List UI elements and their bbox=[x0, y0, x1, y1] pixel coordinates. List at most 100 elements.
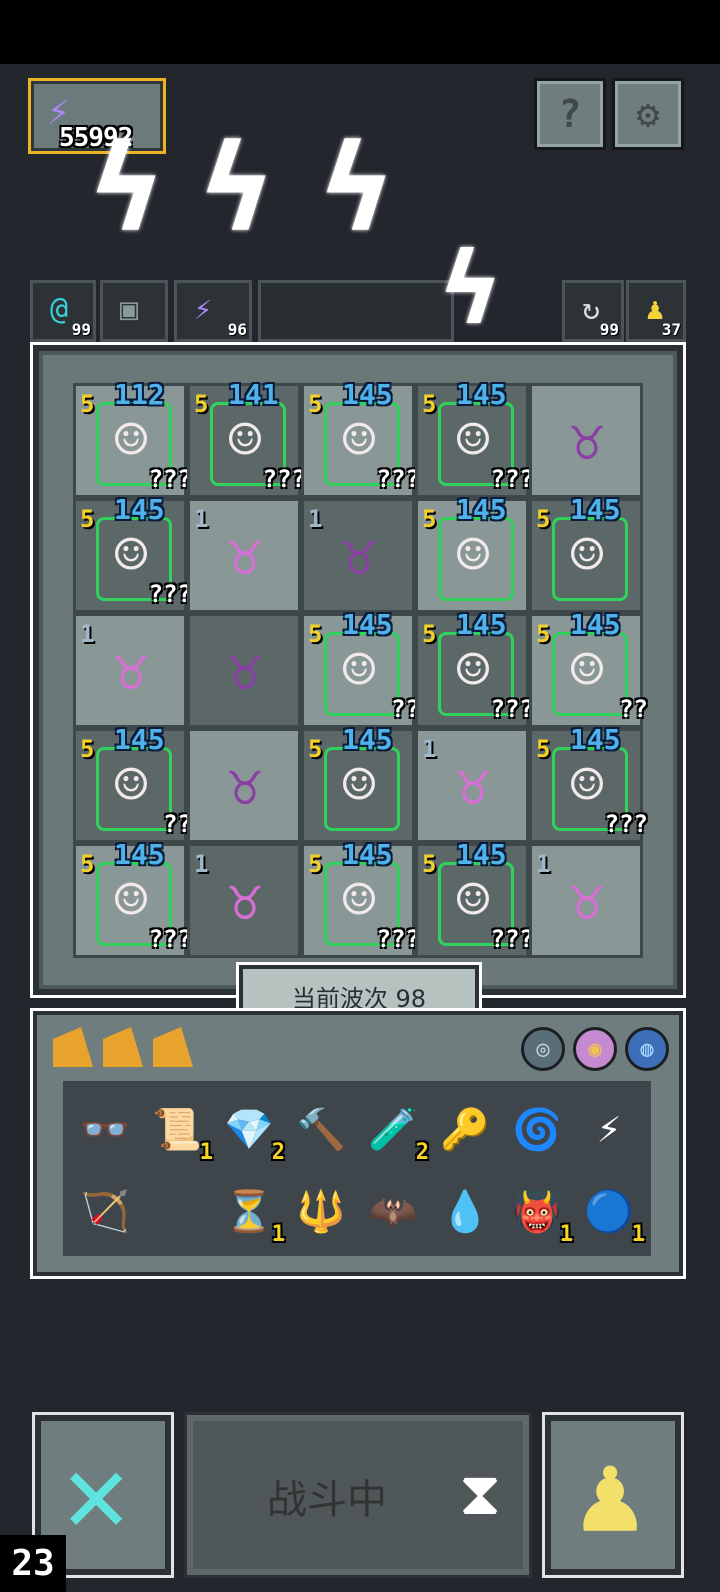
demon-mask-icon[interactable]: 👹 1 bbox=[507, 1181, 573, 1248]
damage-number: 112 bbox=[114, 378, 165, 411]
arrow-icon-glyph: 🏹 bbox=[80, 1188, 130, 1235]
board-cell[interactable]: ☺ 5 141??? bbox=[187, 378, 306, 498]
item-count: 1 bbox=[199, 1140, 213, 1165]
close-icon: ✕ bbox=[63, 1429, 130, 1557]
unknown-value: ??? bbox=[148, 925, 192, 953]
board-cell[interactable]: ♉ bbox=[187, 613, 301, 728]
key-icon[interactable]: 🔑 bbox=[435, 1099, 495, 1159]
unit-level: 1 bbox=[422, 735, 437, 763]
key-icon-glyph: 🔑 bbox=[440, 1106, 490, 1153]
ring-icon[interactable]: ◉ bbox=[573, 1027, 617, 1071]
card-icon[interactable] bbox=[53, 1027, 93, 1067]
help-button[interactable]: ? bbox=[534, 78, 606, 150]
armor-icon[interactable]: ◎ bbox=[521, 1027, 565, 1071]
pawn-count: 37 bbox=[661, 320, 681, 339]
hammer-icon-glyph: 🔨 bbox=[296, 1106, 346, 1153]
wand-icon[interactable]: 🔱 bbox=[291, 1181, 351, 1241]
droplet-icon-glyph: 💧 bbox=[440, 1188, 490, 1235]
gem-icon[interactable]: 💎 2 bbox=[219, 1099, 285, 1166]
board-cell[interactable]: ♉ 1 bbox=[187, 843, 301, 958]
battle-status-button[interactable]: 战斗中 ⧗ bbox=[184, 1412, 532, 1578]
item-tray: 👓 📜 1 💎 2 🔨 🧪 2 🔑 🌀 ⚡ 🏹 ⏳ 1 🔱 🦇 💧 👹 1 🔵 1 bbox=[63, 1081, 651, 1256]
droplet-icon[interactable]: 💧 bbox=[435, 1181, 495, 1241]
goggles-icon[interactable]: 👓 bbox=[75, 1099, 135, 1159]
hero-unit-icon: ☺ bbox=[570, 522, 604, 588]
board-cell[interactable]: ♉ 1 bbox=[415, 728, 529, 843]
board-cell[interactable]: ♉ bbox=[529, 383, 643, 498]
unit-level: 1 bbox=[194, 850, 209, 878]
bat-icon-glyph: 🦇 bbox=[368, 1188, 418, 1235]
board-cell[interactable]: ☺ 5 145 bbox=[529, 493, 643, 613]
energy-counter: ⚡ 55992 bbox=[28, 78, 166, 154]
board-cell[interactable]: ☺ 5 145??? bbox=[415, 378, 534, 498]
wind-icon-glyph: 🌀 bbox=[512, 1106, 562, 1153]
resource-bolt: ⚡ 96 bbox=[174, 280, 252, 342]
board-cell[interactable]: ♉ 1 bbox=[301, 498, 415, 613]
damage-number: 145 bbox=[342, 838, 393, 871]
item-count: 1 bbox=[559, 1222, 573, 1247]
goggles-icon-glyph: 👓 bbox=[80, 1106, 130, 1153]
scroll-icon-glyph: 📜 bbox=[152, 1106, 202, 1153]
hammer-icon[interactable]: 🔨 bbox=[291, 1099, 351, 1159]
board-cell[interactable]: ☺ 5 145?? bbox=[301, 608, 420, 728]
board-cell[interactable]: ♉ 1 bbox=[187, 498, 301, 613]
potion-icon[interactable]: 🧪 2 bbox=[363, 1099, 429, 1166]
board-cell[interactable]: ☺ 5 145??? bbox=[415, 838, 534, 958]
card-icon[interactable] bbox=[153, 1027, 193, 1067]
board-cell[interactable]: ♉ 1 bbox=[529, 843, 643, 958]
bolt-icon: ⚡ bbox=[193, 291, 213, 327]
hero-unit-icon: ☺ bbox=[114, 752, 148, 818]
unit-level: 1 bbox=[536, 850, 551, 878]
board-cell[interactable]: ☺ 5 112??? bbox=[73, 378, 192, 498]
unit-level: 5 bbox=[308, 390, 323, 418]
damage-number: 145 bbox=[456, 493, 507, 526]
damage-number: 145 bbox=[570, 608, 621, 641]
wave-progress-bar bbox=[258, 280, 454, 342]
board-cell[interactable]: ☺ 5 145 bbox=[415, 493, 529, 613]
orb-icon[interactable]: 🔵 1 bbox=[579, 1181, 645, 1248]
unit-level: 5 bbox=[422, 505, 437, 533]
demon-unit-icon: ♉ bbox=[456, 752, 490, 818]
board-cell[interactable]: ☺ 5 145??? bbox=[73, 838, 192, 958]
damage-number: 141 bbox=[228, 378, 279, 411]
board-cell[interactable]: ☺ 5 145?? bbox=[529, 608, 648, 728]
item-count: 1 bbox=[631, 1222, 645, 1247]
unit-level: 5 bbox=[536, 735, 551, 763]
damage-number: 145 bbox=[570, 723, 621, 756]
arrow-icon[interactable]: 🏹 bbox=[75, 1181, 135, 1241]
hourglass-icon[interactable]: ⏳ 1 bbox=[219, 1181, 285, 1248]
unknown-value: ??? bbox=[490, 695, 534, 723]
unknown-value: ??? bbox=[262, 465, 306, 493]
unknown-value: ??? bbox=[490, 925, 534, 953]
lightning-icon[interactable]: ⚡ bbox=[579, 1099, 639, 1159]
summon-button[interactable]: ♟ bbox=[542, 1412, 684, 1578]
damage-number: 145 bbox=[114, 493, 165, 526]
board-cell[interactable]: ☺ 5 145??? bbox=[415, 608, 534, 728]
scroll-icon[interactable]: 📜 1 bbox=[147, 1099, 213, 1166]
unit-grid: ☺ 5 112??? ☺ 5 141??? ☺ 5 145??? ☺ 5 145??? ♉ ☺ 5 145??… bbox=[73, 378, 648, 958]
resource-refresh[interactable]: ↻ 99 bbox=[562, 280, 624, 342]
settings-button[interactable]: ⚙ bbox=[612, 78, 684, 150]
resource-spiral: @ 99 bbox=[30, 280, 96, 342]
unit-level: 5 bbox=[536, 620, 551, 648]
unit-level: 1 bbox=[194, 505, 209, 533]
board-cell[interactable]: ☺ 5 145??? bbox=[301, 838, 420, 958]
hourglass-icon: ⧗ bbox=[459, 1459, 502, 1529]
unit-level: 5 bbox=[308, 735, 323, 763]
bat-icon[interactable]: 🦇 bbox=[363, 1181, 423, 1241]
board-cell[interactable]: ♉ 1 bbox=[73, 613, 187, 728]
board-cell[interactable]: ☺ 5 145?? bbox=[73, 723, 192, 843]
wind-icon[interactable]: 🌀 bbox=[507, 1099, 567, 1159]
board-cell[interactable]: ☺ 5 145 bbox=[301, 723, 415, 843]
board-cell[interactable]: ☺ 5 145??? bbox=[73, 493, 192, 613]
board-cell[interactable]: ♉ bbox=[187, 728, 301, 843]
damage-number: 145 bbox=[342, 723, 393, 756]
card-icon[interactable] bbox=[103, 1027, 143, 1067]
inventory-panel: ◎ ◉ ◍ 👓 📜 1 💎 2 🔨 🧪 2 🔑 🌀 ⚡ 🏹 ⏳ 1 🔱 🦇 💧 👹 1 🔵 1 bbox=[30, 1008, 686, 1279]
unit-level: 5 bbox=[80, 505, 95, 533]
unit-level: 5 bbox=[308, 850, 323, 878]
unknown-value: ??? bbox=[376, 925, 420, 953]
shield-icon[interactable]: ◍ bbox=[625, 1027, 669, 1071]
board-cell[interactable]: ☺ 5 145??? bbox=[529, 723, 648, 843]
board-cell[interactable]: ☺ 5 145??? bbox=[301, 378, 420, 498]
